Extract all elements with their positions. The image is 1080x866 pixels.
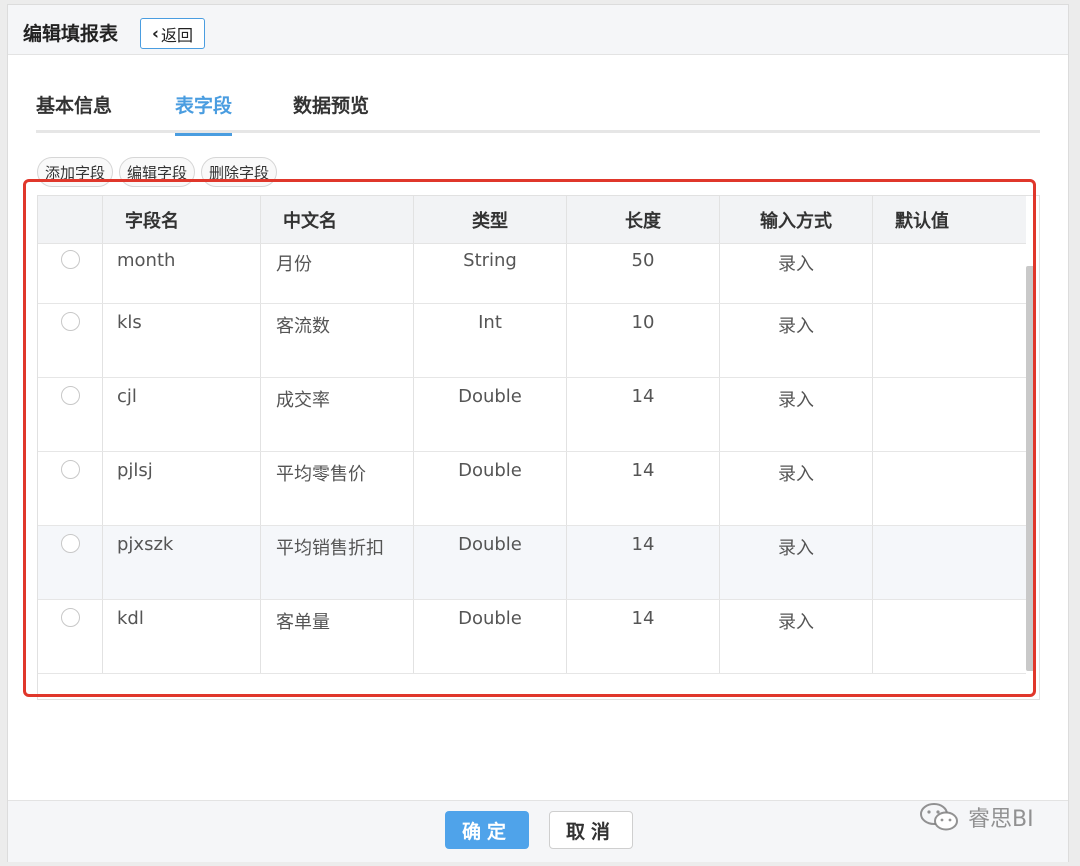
watermark: 睿思BI xyxy=(918,800,1034,834)
row-cell-type: Double xyxy=(414,526,567,599)
row-cell-length: 14 xyxy=(567,600,720,673)
row-cell-length: 14 xyxy=(567,378,720,451)
row-cell-input: 录入 xyxy=(720,304,873,377)
table-row[interactable]: month 月份 String 50 录入 xyxy=(38,244,1026,304)
header-select xyxy=(38,196,103,243)
title-bar: 编辑填报表 ‹ 返回 xyxy=(8,5,1068,55)
row-cell-default xyxy=(873,452,1026,525)
table-row[interactable]: cjl 成交率 Double 14 录入 xyxy=(38,378,1026,452)
row-radio[interactable] xyxy=(60,250,80,269)
row-cell-field: month xyxy=(103,244,261,303)
add-field-button[interactable]: 添加字段 xyxy=(37,157,114,187)
row-cell-length: 50 xyxy=(567,244,720,303)
row-cell-input: 录入 xyxy=(720,526,873,599)
header-chinese-name: 中文名 xyxy=(261,196,414,243)
table-row[interactable]: kls 客流数 Int 10 录入 xyxy=(38,304,1026,378)
row-cell-field: kdl xyxy=(103,600,261,673)
row-cell-field: kls xyxy=(103,304,261,377)
tab-basic-info[interactable]: 基本信息 xyxy=(36,91,112,133)
footer-bar: 确定 取消 xyxy=(8,800,1068,862)
cancel-button[interactable]: 取消 xyxy=(549,811,633,849)
row-cell-default xyxy=(873,378,1026,451)
row-cell-field: pjlsj xyxy=(103,452,261,525)
row-cell-input: 录入 xyxy=(720,244,873,303)
table-header: 字段名 中文名 类型 长度 输入方式 默认值 xyxy=(38,196,1026,244)
field-toolbar: 添加字段 编辑字段 删除字段 xyxy=(37,157,278,187)
row-cell-cn-name: 成交率 xyxy=(261,378,414,451)
edit-field-button[interactable]: 编辑字段 xyxy=(119,157,196,187)
table-row[interactable]: pjxszk 平均销售折扣 Double 14 录入 xyxy=(38,526,1026,600)
row-cell-type: Double xyxy=(414,600,567,673)
row-cell-field: pjxszk xyxy=(103,526,261,599)
header-length: 长度 xyxy=(567,196,720,243)
row-cell-cn-name: 客流数 xyxy=(261,304,414,377)
row-cell-select xyxy=(38,526,103,599)
row-cell-input: 录入 xyxy=(720,452,873,525)
watermark-text: 睿思BI xyxy=(968,807,1034,832)
row-radio[interactable] xyxy=(60,312,80,331)
row-cell-default xyxy=(873,304,1026,377)
back-button-label: 返回 xyxy=(161,25,194,45)
row-cell-select xyxy=(38,600,103,673)
confirm-button[interactable]: 确定 xyxy=(445,811,529,849)
tab-data-preview[interactable]: 数据预览 xyxy=(293,91,369,133)
row-cell-default xyxy=(873,600,1026,673)
row-cell-select xyxy=(38,304,103,377)
delete-field-button[interactable]: 删除字段 xyxy=(201,157,278,187)
row-cell-cn-name: 月份 xyxy=(261,244,414,303)
back-button[interactable]: ‹ 返回 xyxy=(140,18,205,49)
row-cell-select xyxy=(38,244,103,303)
edit-form-panel: 编辑填报表 ‹ 返回 基本信息 表字段 数据预览 添加字段 编辑字段 删除字段 … xyxy=(7,4,1069,862)
table-row[interactable]: pjlsj 平均零售价 Double 14 录入 xyxy=(38,452,1026,526)
header-type: 类型 xyxy=(414,196,567,243)
tab-bar: 基本信息 表字段 数据预览 xyxy=(36,91,1040,136)
row-cell-select xyxy=(38,378,103,451)
row-cell-type: Double xyxy=(414,452,567,525)
row-cell-type: Int xyxy=(414,304,567,377)
row-radio[interactable] xyxy=(60,534,80,553)
tab-table-fields[interactable]: 表字段 xyxy=(175,91,233,136)
row-cell-default xyxy=(873,526,1026,599)
header-input-method: 输入方式 xyxy=(720,196,873,243)
wechat-icon xyxy=(920,803,958,831)
row-cell-default xyxy=(873,244,1026,303)
row-cell-type: String xyxy=(414,244,567,303)
page-title: 编辑填报表 xyxy=(23,23,119,45)
row-cell-cn-name: 客单量 xyxy=(261,600,414,673)
row-cell-length: 10 xyxy=(567,304,720,377)
table-row[interactable]: kdl 客单量 Double 14 录入 xyxy=(38,600,1026,674)
row-radio[interactable] xyxy=(60,386,80,405)
header-default-value: 默认值 xyxy=(895,210,949,232)
row-cell-input: 录入 xyxy=(720,378,873,451)
row-radio[interactable] xyxy=(60,460,80,479)
row-cell-type: Double xyxy=(414,378,567,451)
row-cell-cn-name: 平均零售价 xyxy=(261,452,414,525)
row-cell-cn-name: 平均销售折扣 xyxy=(261,526,414,599)
row-cell-length: 14 xyxy=(567,452,720,525)
table-scrollbar[interactable] xyxy=(1026,266,1036,671)
row-cell-select xyxy=(38,452,103,525)
row-radio[interactable] xyxy=(60,608,80,627)
row-cell-input: 录入 xyxy=(720,600,873,673)
header-field-name: 字段名 xyxy=(103,196,261,243)
row-cell-length: 14 xyxy=(567,526,720,599)
fields-table: 字段名 中文名 类型 长度 输入方式 默认值 month 月份 String 5… xyxy=(37,195,1040,700)
chevron-left-icon: ‹ xyxy=(151,23,159,44)
row-cell-field: cjl xyxy=(103,378,261,451)
